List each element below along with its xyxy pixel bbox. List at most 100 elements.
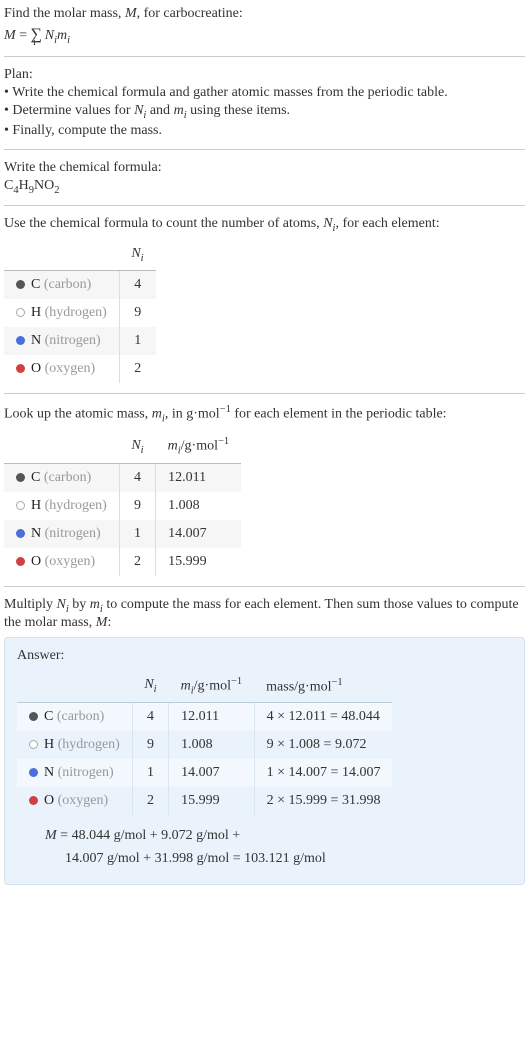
cell-m: 15.999 (156, 548, 242, 576)
ath-massexp: −1 (332, 677, 343, 688)
ath-mass: mass/g·mol (266, 679, 331, 694)
final-M: M (45, 828, 57, 843)
f-n: N (34, 178, 44, 193)
sym-h: H (31, 305, 41, 320)
cell-elem: H (hydrogen) (4, 492, 119, 520)
count-heading: Use the chemical formula to count the nu… (4, 216, 525, 234)
ath-m: m (181, 678, 191, 693)
cell-m: 12.011 (169, 703, 255, 732)
cell-n: 1 (119, 327, 155, 355)
count-section: Use the chemical formula to count the nu… (4, 216, 525, 383)
mass-h-c: for each element in the periodic table: (231, 407, 447, 422)
multiply-section: Multiply Ni by mi to compute the mass fo… (4, 597, 525, 885)
final-equation: M = 48.044 g/mol + 9.072 g/mol + 14.007 … (45, 825, 512, 870)
eq-m: m (57, 28, 67, 43)
table-row: O (oxygen) 2 (4, 355, 156, 383)
mass-h-a: Look up the atomic mass, (4, 407, 152, 422)
divider (4, 393, 525, 394)
th-N: N (131, 438, 140, 453)
carbon-dot-icon (16, 280, 25, 289)
cell-n: 4 (132, 703, 168, 732)
intro-equation: M = ∑iNimi (4, 26, 525, 46)
mul-b: by (69, 597, 90, 612)
cell-elem: H (hydrogen) (17, 731, 132, 759)
cell-elem: O (oxygen) (17, 787, 132, 815)
nitrogen-dot-icon (29, 768, 38, 777)
th-Ni: i (141, 445, 144, 456)
th-empty (4, 240, 119, 270)
carbon-dot-icon (29, 712, 38, 721)
eq-lhs: M (4, 28, 16, 43)
cell-n: 1 (132, 759, 168, 787)
table-row: C (carbon) 4 12.011 (4, 463, 241, 492)
divider (4, 205, 525, 206)
cell-elem: O (oxygen) (4, 355, 119, 383)
name-o: (oxygen) (41, 554, 95, 569)
answer-table: Ni mi/g·mol−1 mass/g·mol−1 C (carbon) 4 … (17, 670, 392, 815)
formula-heading: Write the chemical formula: (4, 160, 525, 176)
table-row: O (oxygen) 2 15.999 (4, 548, 241, 576)
final-line-2: 14.007 g/mol + 31.998 g/mol = 103.121 g/… (65, 848, 512, 870)
divider (4, 586, 525, 587)
mul-M: M (96, 615, 108, 630)
sym-c: C (31, 277, 40, 292)
hydrogen-dot-icon (16, 308, 25, 317)
th-ni: Ni (119, 240, 155, 270)
multiply-heading: Multiply Ni by mi to compute the mass fo… (4, 597, 525, 631)
mass-section: Look up the atomic mass, mi, in g·mol−1 … (4, 404, 525, 576)
cell-n: 2 (132, 787, 168, 815)
hydrogen-dot-icon (16, 501, 25, 510)
nitrogen-dot-icon (16, 529, 25, 538)
th-mass: mass/g·mol−1 (254, 670, 392, 703)
atomic-mass-table: Ni mi/g·mol−1 C (carbon) 4 12.011 H (hyd… (4, 430, 241, 575)
aname-c: (carbon) (53, 709, 104, 724)
th-ni: Ni (132, 670, 168, 703)
plan-heading: Plan: (4, 67, 525, 83)
cell-m: 12.011 (156, 463, 242, 492)
name-o: (oxygen) (41, 361, 95, 376)
intro-line: Find the molar mass, M, for carbocreatin… (4, 6, 525, 22)
sym-o: O (31, 554, 41, 569)
cell-elem: C (carbon) (4, 463, 119, 492)
cell-elem: C (carbon) (4, 270, 119, 299)
count-h-a: Use the chemical formula to count the nu… (4, 216, 323, 231)
count-h-N: N (323, 216, 332, 231)
table-header-row: Ni (4, 240, 156, 270)
table-row: H (hydrogen) 9 (4, 299, 156, 327)
plan2-c: using these items. (187, 103, 290, 118)
cell-m: 1.008 (169, 731, 255, 759)
mul-m: m (90, 597, 100, 612)
asym-c: C (44, 709, 53, 724)
cell-n: 2 (119, 548, 155, 576)
th-unit: /g·mol (181, 439, 218, 454)
cell-n: 1 (119, 520, 155, 548)
f-c: C (4, 178, 13, 193)
eq-equals: = (16, 28, 31, 43)
sym-o: O (31, 361, 41, 376)
cell-m: 14.007 (169, 759, 255, 787)
sigma-sub: i (33, 37, 36, 48)
atom-count-table: Ni C (carbon) 4 H (hydrogen) 9 N (nitrog… (4, 240, 156, 383)
name-n: (nitrogen) (41, 333, 100, 348)
cell-elem: N (nitrogen) (17, 759, 132, 787)
intro-text-2: , for carbocreatine: (137, 6, 243, 21)
table-row: H (hydrogen) 9 1.008 9 × 1.008 = 9.072 (17, 731, 392, 759)
ath-Ni: i (154, 684, 157, 695)
table-header-row: Ni mi/g·mol−1 (4, 430, 241, 463)
cell-n: 9 (132, 731, 168, 759)
table-row: C (carbon) 4 12.011 4 × 12.011 = 48.044 (17, 703, 392, 732)
cell-elem: H (hydrogen) (4, 299, 119, 327)
sym-n: N (31, 526, 41, 541)
divider (4, 149, 525, 150)
answer-label: Answer: (17, 648, 512, 664)
th-mi: mi/g·mol−1 (156, 430, 242, 463)
carbon-dot-icon (16, 473, 25, 482)
mass-h-m: m (152, 407, 162, 422)
ath-mexp: −1 (231, 676, 242, 687)
cell-m: 14.007 (156, 520, 242, 548)
cell-n: 9 (119, 299, 155, 327)
table-row: C (carbon) 4 (4, 270, 156, 299)
ath-N: N (144, 677, 153, 692)
hydrogen-dot-icon (29, 740, 38, 749)
th-empty (17, 670, 132, 703)
